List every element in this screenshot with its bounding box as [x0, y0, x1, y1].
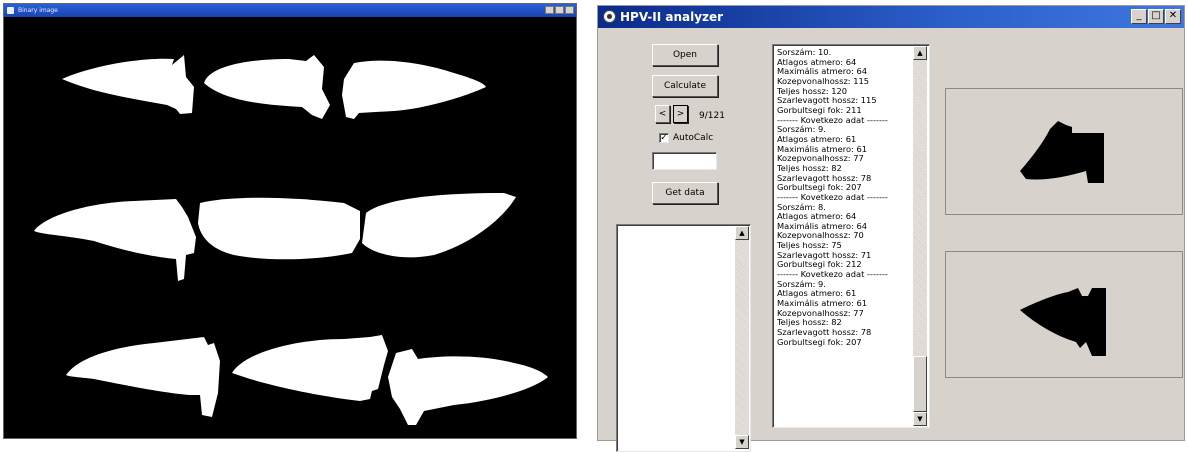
- preview-panel-bottom: [945, 251, 1183, 378]
- scroll-up-icon[interactable]: ▲: [913, 46, 927, 60]
- empty-listbox[interactable]: ▲ ▼: [616, 224, 751, 452]
- data-list: Sorszám: 10. Atlagos atmero: 64 Maximális …: [774, 46, 911, 426]
- scroll-down-icon[interactable]: ▼: [735, 435, 749, 449]
- minimize-button[interactable]: _: [1131, 9, 1147, 24]
- autocalc-checkbox[interactable]: ✓: [659, 133, 669, 143]
- minimize-icon[interactable]: [545, 6, 554, 14]
- text-input[interactable]: [652, 152, 717, 170]
- open-button[interactable]: Open: [652, 44, 718, 66]
- maximize-button[interactable]: □: [1148, 9, 1164, 24]
- scroll-down-icon[interactable]: ▼: [913, 412, 927, 426]
- wheel-icon: [603, 10, 616, 23]
- chevron-right-icon: >: [676, 109, 685, 119]
- item-counter: 9/121: [699, 111, 725, 121]
- data-list-line: Gorbultsegi fok: 207: [777, 336, 862, 347]
- data-listbox[interactable]: Sorszám: 10. Atlagos atmero: 64 Maximális …: [772, 44, 930, 428]
- binary-image-canvas: [4, 17, 576, 438]
- scroll-up-icon[interactable]: ▲: [735, 226, 749, 240]
- preview-panel-top: [945, 88, 1183, 215]
- calculate-button[interactable]: Calculate: [652, 75, 718, 97]
- get-data-button-label: Get data: [665, 188, 705, 198]
- next-button[interactable]: >: [673, 105, 688, 123]
- scroll-thumb[interactable]: [913, 356, 927, 412]
- app-title: HPV-II analyzer: [620, 10, 724, 24]
- data-list-scrollbar[interactable]: ▲ ▼: [913, 46, 927, 426]
- close-icon[interactable]: [565, 6, 574, 14]
- calculate-button-label: Calculate: [663, 81, 707, 91]
- left-window-titlebar: Binary image: [4, 4, 576, 17]
- check-icon: ✓: [660, 133, 668, 143]
- close-icon: ✕: [1168, 10, 1178, 21]
- binary-shape: [198, 197, 360, 260]
- open-button-label: Open: [672, 50, 698, 60]
- binary-image-window: Binary image: [3, 3, 577, 439]
- maximize-icon: □: [1151, 10, 1161, 21]
- listbox-scrollbar[interactable]: ▲ ▼: [735, 226, 749, 449]
- top-preview-shape: [1020, 121, 1104, 183]
- maximize-icon[interactable]: [555, 6, 564, 14]
- analyzer-titlebar: HPV-II analyzer _ □ ✕: [598, 6, 1184, 28]
- close-button[interactable]: ✕: [1165, 9, 1181, 24]
- analyzer-window: HPV-II analyzer _ □ ✕ Open Calculate < >…: [597, 5, 1185, 452]
- get-data-button[interactable]: Get data: [652, 182, 718, 204]
- chevron-left-icon: <: [658, 109, 667, 119]
- left-window-title: Binary image: [18, 7, 58, 14]
- bottom-preview-shape: [1020, 288, 1106, 356]
- autocalc-label: AutoCalc: [673, 133, 714, 143]
- window-icon: [7, 7, 14, 14]
- prev-button[interactable]: <: [655, 105, 670, 123]
- minimize-icon: _: [1136, 10, 1142, 21]
